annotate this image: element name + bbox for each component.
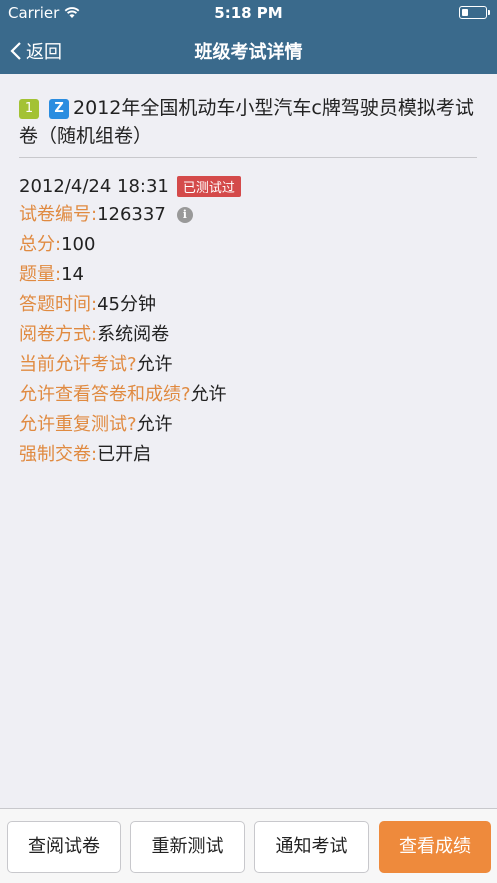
detail-row-grading-method: 阅卷方式: 系统阅卷 [19, 320, 477, 350]
detail-row-forced-submit: 强制交卷: 已开启 [19, 440, 477, 470]
detail-row-paper-id: 试卷编号: 126337 i [19, 200, 477, 230]
detail-label: 阅卷方式: [19, 324, 98, 345]
detail-value: 已开启 [97, 444, 152, 465]
status-badge: 已测试过 [176, 175, 241, 197]
divider [19, 157, 477, 158]
clock: 5:18 PM [214, 4, 283, 22]
detail-value: 允许 [190, 384, 227, 405]
detail-label: 强制交卷: [19, 444, 98, 465]
detail-row-view-results-allowed: 允许查看答卷和成绩? 允许 [19, 380, 477, 410]
exam-title-block: 1 Z 2012年全国机动车小型汽车c牌驾驶员模拟考试卷（随机组卷） [19, 74, 477, 150]
detail-row-duration: 答题时间: 45分钟 [19, 290, 477, 320]
detail-value: 系统阅卷 [97, 324, 170, 345]
detail-value: 14 [61, 264, 84, 285]
battery-icon [459, 6, 490, 19]
detail-label: 题量: [19, 264, 62, 285]
detail-value: 126337 [97, 204, 166, 225]
navigation-bar: 返回 班级考试详情 [0, 26, 497, 74]
exam-detail: 1 Z 2012年全国机动车小型汽车c牌驾驶员模拟考试卷（随机组卷） 2012/4… [19, 74, 477, 470]
bottom-toolbar: 查阅试卷 重新测试 通知考试 查看成绩 [0, 808, 497, 883]
info-icon[interactable]: i [176, 207, 193, 223]
detail-row-question-count: 题量: 14 [19, 260, 477, 290]
exam-date-row: 2012/4/24 18:31 已测试过 [19, 172, 477, 200]
detail-row-total-score: 总分: 100 [19, 230, 477, 260]
exam-index-badge: 1 [19, 99, 39, 119]
detail-label: 允许查看答卷和成绩? [19, 384, 191, 405]
notify-exam-button[interactable]: 通知考试 [254, 821, 369, 873]
detail-label: 试卷编号: [19, 204, 98, 225]
detail-value: 允许 [136, 354, 173, 375]
status-bar: Carrier 5:18 PM [0, 0, 497, 26]
view-score-button[interactable]: 查看成绩 [379, 821, 491, 873]
detail-label: 允许重复测试? [19, 414, 137, 435]
detail-value: 45分钟 [97, 294, 156, 315]
detail-label: 总分: [19, 234, 62, 255]
detail-value: 允许 [136, 414, 173, 435]
detail-label: 答题时间: [19, 294, 98, 315]
detail-value: 100 [61, 234, 96, 255]
exam-type-icon: Z [49, 99, 70, 119]
exam-datetime: 2012/4/24 18:31 [19, 175, 169, 197]
exam-title: 2012年全国机动车小型汽车c牌驾驶员模拟考试卷（随机组卷） [19, 97, 474, 147]
detail-row-retest-allowed: 允许重复测试? 允许 [19, 410, 477, 440]
detail-label: 当前允许考试? [19, 354, 137, 375]
retest-button[interactable]: 重新测试 [130, 821, 245, 873]
detail-row-exam-allowed: 当前允许考试? 允许 [19, 350, 477, 380]
page-title: 班级考试详情 [194, 42, 303, 63]
review-paper-button[interactable]: 查阅试卷 [7, 821, 121, 873]
